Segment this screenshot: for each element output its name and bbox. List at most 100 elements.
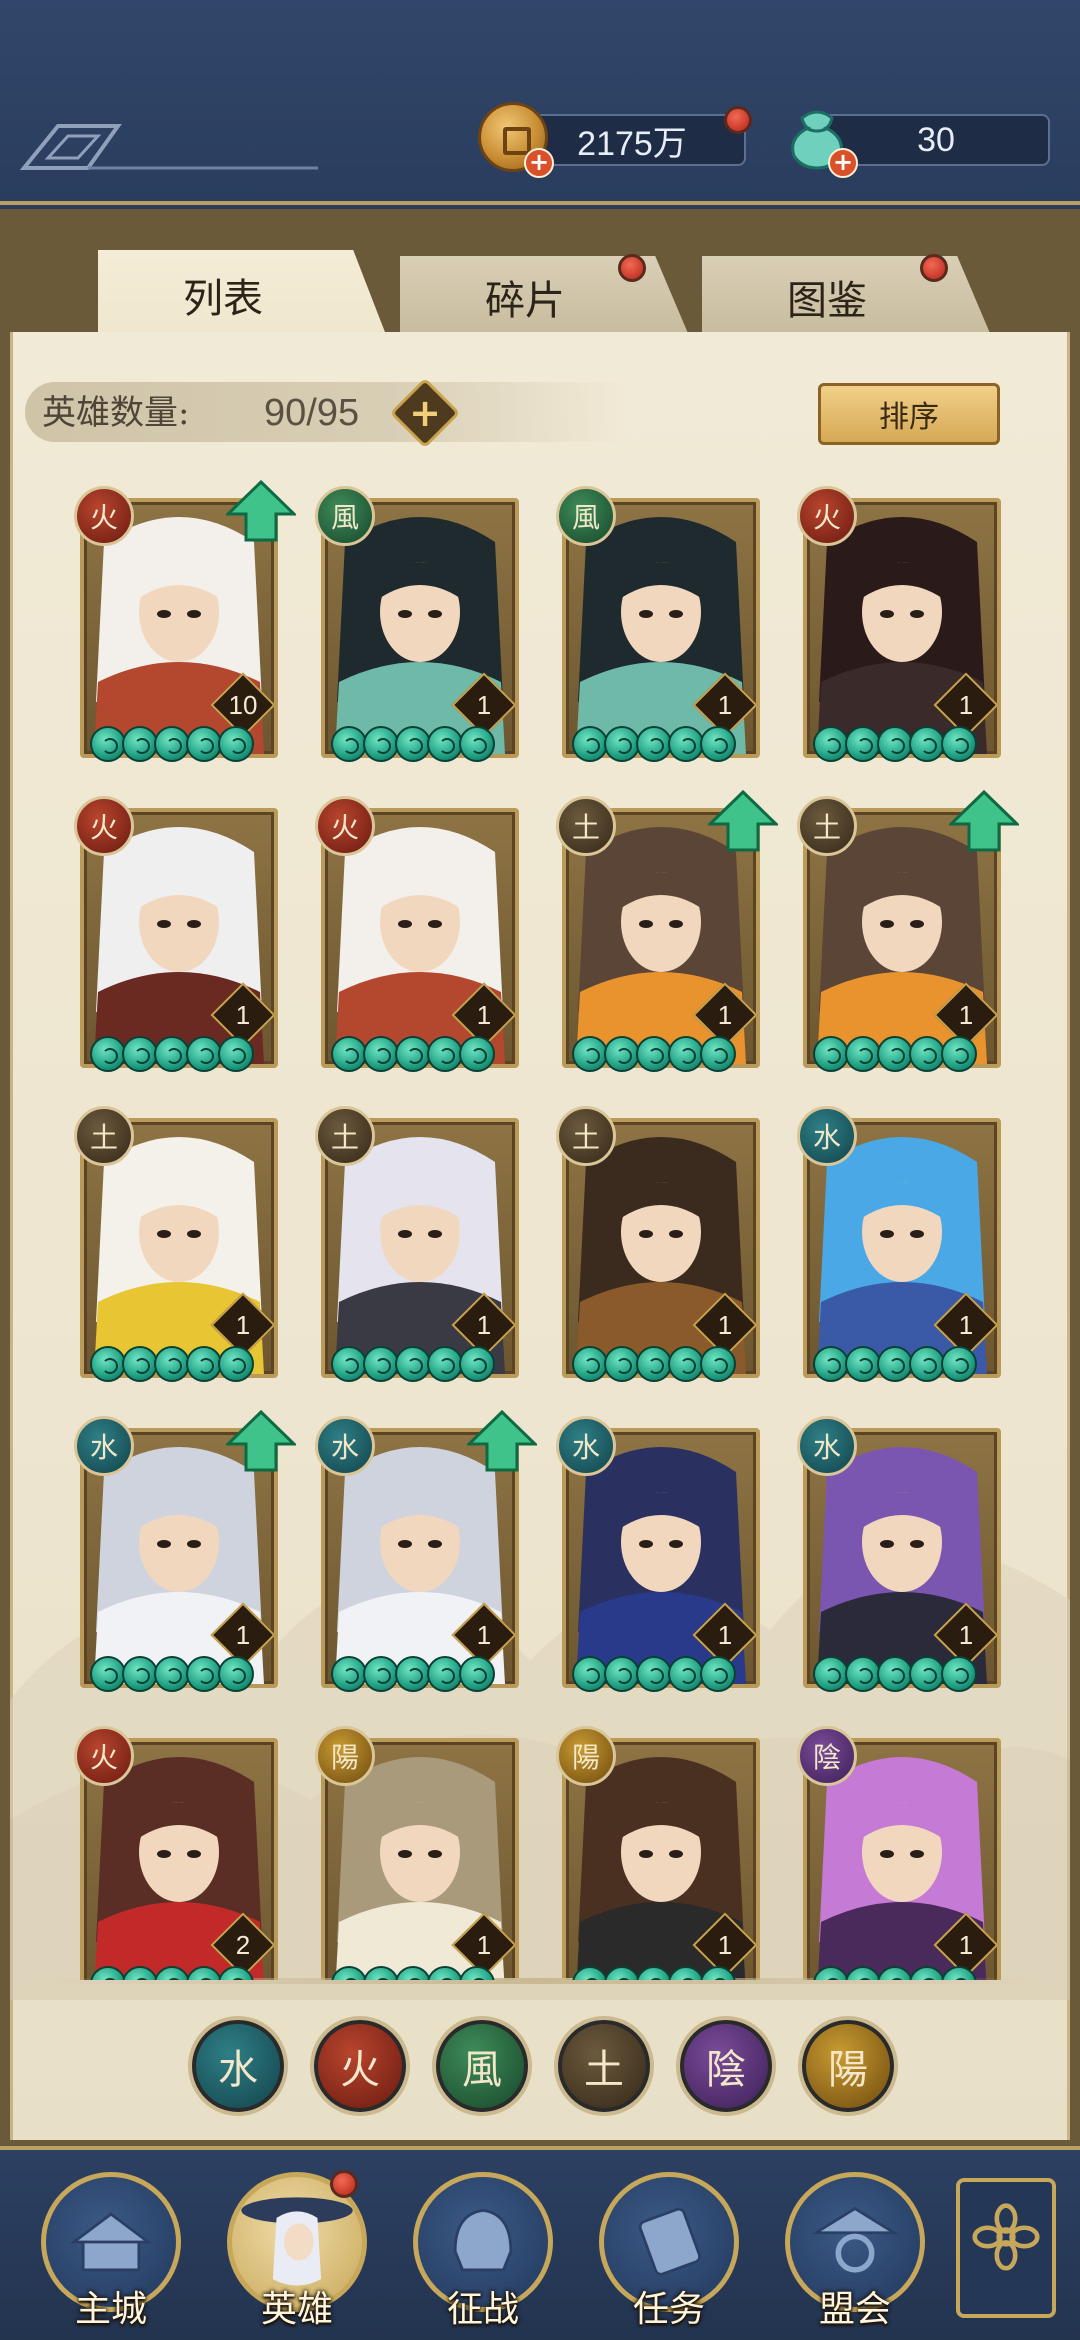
filter-wind[interactable]: 風 (436, 2020, 528, 2112)
nav-main-city[interactable]: 主城 (36, 2172, 186, 2332)
jade-star-icon (459, 1036, 495, 1072)
add-coins-icon[interactable]: + (524, 148, 554, 178)
element-badge: 風 (556, 486, 616, 546)
tab-fragments[interactable]: 碎片 (400, 256, 690, 338)
jade-star-icon (700, 1346, 736, 1382)
hero-card[interactable]: 陽1 (315, 1726, 519, 1980)
filter-water[interactable]: 水 (192, 2020, 284, 2112)
hero-level: 2 (235, 1930, 251, 1960)
hero-level: 1 (717, 1930, 733, 1960)
jade-star-icon (331, 1966, 367, 1980)
hero-card[interactable]: 火1 (74, 796, 278, 1072)
jade-star-icon (877, 1346, 913, 1382)
hero-card[interactable]: 火 10 (74, 480, 296, 762)
hero-level: 1 (717, 1000, 733, 1030)
hero-card[interactable]: 水1 (556, 1416, 760, 1692)
hero-card[interactable]: 土1 (315, 1106, 519, 1382)
hero-card[interactable]: 土1 (556, 790, 778, 1072)
hero-card[interactable]: 陰1 (797, 1726, 1001, 1980)
hero-count-label: 英雄数量: (42, 393, 190, 433)
jade-star-icon (636, 1346, 672, 1382)
hero-card[interactable]: 水1 (74, 1410, 296, 1692)
jade-star-icon (700, 726, 736, 762)
hero-level: 1 (958, 1000, 974, 1030)
element-badge: 火 (74, 486, 134, 546)
hero-card[interactable]: 水1 (797, 1106, 1001, 1382)
hero-card[interactable]: 火1 (315, 796, 519, 1072)
hero-card[interactable]: 水1 (315, 1410, 537, 1692)
hero-card[interactable]: 陽1 (556, 1726, 760, 1980)
jade-star-icon (636, 726, 672, 762)
coin-currency[interactable]: 2175万 + (478, 102, 752, 178)
more-menu-button[interactable] (956, 2178, 1056, 2318)
filter-earth[interactable]: 土 (558, 2020, 650, 2112)
star-rating (90, 1656, 254, 1692)
nav-heroes[interactable]: 英雄 (222, 2170, 372, 2332)
star-rating (572, 1346, 736, 1382)
jade-star-icon (813, 1346, 849, 1382)
jade-star-icon (186, 1036, 222, 1072)
nav-tasks[interactable]: 任务 (594, 2172, 744, 2332)
element-badge: 土 (556, 1106, 616, 1166)
jade-star-icon (186, 726, 222, 762)
jade-star-icon (395, 726, 431, 762)
filter-label: 火 (340, 2047, 380, 2093)
filter-fire[interactable]: 火 (314, 2020, 406, 2112)
hero-card[interactable]: 水1 (797, 1416, 1001, 1692)
jade-star-icon (395, 1656, 431, 1692)
jade-star-icon (122, 726, 158, 762)
hero-card[interactable]: 風1 (556, 486, 760, 762)
jade-star-icon (218, 1036, 254, 1072)
filter-yin[interactable]: 陰 (680, 2020, 772, 2112)
filter-yang[interactable]: 陽 (802, 2020, 894, 2112)
nav-campaign[interactable]: 征战 (408, 2172, 558, 2332)
tab-label: 碎片 (485, 278, 565, 324)
hero-card[interactable]: 火1 (797, 486, 1001, 762)
jade-star-icon (604, 1036, 640, 1072)
hero-card[interactable]: 風1 (315, 486, 519, 762)
hero-card[interactable]: 土1 (797, 790, 1019, 1072)
star-rating (572, 726, 736, 762)
star-rating (572, 1656, 736, 1692)
filter-label: 水 (218, 2047, 258, 2093)
star-rating (813, 1346, 977, 1382)
tab-codex[interactable]: 图鉴 (702, 256, 992, 338)
element-badge: 土 (74, 1106, 134, 1166)
jade-star-icon (845, 1036, 881, 1072)
notification-dot (724, 106, 752, 134)
element-badge: 土 (556, 796, 616, 856)
star-rating (813, 1036, 977, 1072)
hero-level: 1 (476, 1310, 492, 1340)
star-rating (331, 1346, 495, 1382)
filter-label: 風 (462, 2047, 502, 2093)
jade-star-icon (395, 1346, 431, 1382)
nav-heroes-notification-dot (330, 2170, 358, 2198)
hero-card[interactable]: 土1 (74, 1106, 278, 1382)
hero-level: 1 (717, 1620, 733, 1650)
jade-star-icon (427, 1346, 463, 1382)
jade-star-icon (877, 1656, 913, 1692)
add-jade-icon[interactable]: + (828, 148, 858, 178)
jade-star-icon (845, 1656, 881, 1692)
jade-star-icon (636, 1656, 672, 1692)
sort-button[interactable]: 排序 (818, 383, 1000, 445)
nav-alliance[interactable]: 盟会 (780, 2172, 930, 2332)
nav-label: 任务 (632, 2289, 705, 2330)
element-badge: 火 (74, 796, 134, 856)
jade-star-icon (218, 726, 254, 762)
jade-star-icon (331, 726, 367, 762)
star-rating (813, 1656, 977, 1692)
hero-card[interactable]: 火2 (74, 1726, 278, 1980)
jade-star-icon (395, 1966, 431, 1980)
upgrade-arrow-icon (226, 480, 296, 542)
hero-card[interactable]: 土1 (556, 1106, 760, 1382)
element-badge: 火 (797, 486, 857, 546)
jade-currency[interactable]: 30 + (782, 108, 1052, 178)
hero-level: 10 (228, 690, 258, 720)
tab-list[interactable]: 列表 (98, 250, 388, 340)
jade-star-icon (122, 1656, 158, 1692)
jade-star-icon (813, 1656, 849, 1692)
hero-level: 1 (235, 1310, 251, 1340)
jade-star-icon (845, 726, 881, 762)
element-badge: 陽 (556, 1726, 616, 1786)
